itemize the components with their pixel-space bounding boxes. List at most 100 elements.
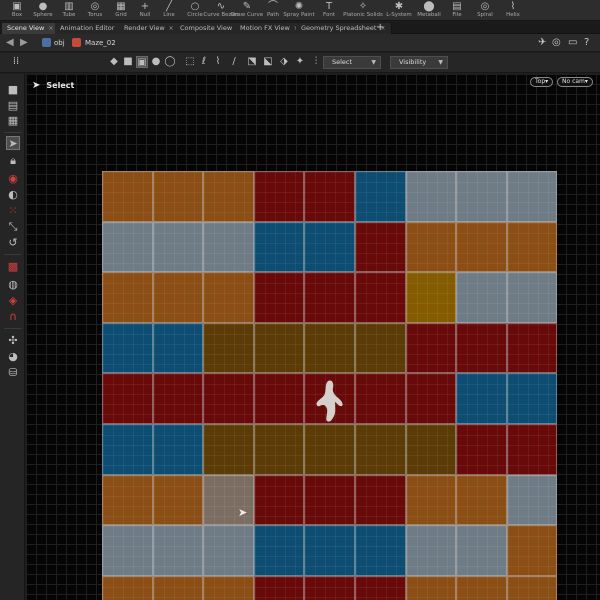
box-select-icon[interactable]: ⬚: [184, 56, 196, 68]
snapping-dots-icon[interactable]: ⁞⁞: [10, 56, 22, 68]
paint-select-icon[interactable]: ⌇: [212, 56, 224, 68]
maze-cell[interactable]: [456, 322, 507, 374]
view-top-button[interactable]: Top▾: [530, 77, 554, 87]
pane-menu-icon[interactable]: ▭: [568, 37, 577, 48]
maze-cell[interactable]: [152, 272, 204, 323]
maze-cell[interactable]: [506, 171, 558, 222]
maze-cell[interactable]: [152, 322, 204, 374]
select-groups-icon[interactable]: ◐: [6, 188, 20, 202]
maze-cell[interactable]: [102, 373, 153, 424]
maze-cell[interactable]: [456, 424, 507, 475]
maze-cell[interactable]: [355, 474, 406, 526]
maze-cell[interactable]: [253, 424, 305, 475]
select-points-icon[interactable]: ●: [150, 56, 162, 68]
maze-cell[interactable]: [152, 575, 204, 600]
shelf-tool-font[interactable]: T Font: [316, 0, 342, 21]
maze-cell[interactable]: [203, 171, 254, 222]
maze-cell[interactable]: [506, 272, 558, 323]
maze-cell[interactable]: [405, 221, 457, 273]
maze-cell[interactable]: [456, 221, 507, 273]
select-objects-icon[interactable]: ◆: [108, 56, 120, 68]
maze-cell[interactable]: [405, 373, 457, 424]
pin-icon[interactable]: ✈: [538, 37, 546, 48]
maze-cell[interactable]: [405, 474, 457, 526]
visibility-dropdown[interactable]: Visibility ▼: [390, 56, 448, 69]
maze-cell[interactable]: [253, 322, 305, 374]
maze-cell[interactable]: [506, 322, 558, 374]
camera-icon[interactable]: ◕: [6, 350, 20, 364]
snap-multi-icon[interactable]: ◈: [6, 294, 20, 308]
maze-cell[interactable]: [506, 373, 558, 424]
maze-cell[interactable]: [253, 373, 305, 424]
maze-cell[interactable]: [253, 272, 305, 323]
shelf-tool-platonic-solids[interactable]: ✧ Platonic Solids: [343, 0, 383, 21]
shaded-cube-icon[interactable]: ■: [6, 83, 20, 97]
maze-cell[interactable]: [203, 575, 254, 600]
lasso-select-icon[interactable]: ℓ: [198, 56, 210, 68]
select-whole-icon[interactable]: ⬔: [246, 56, 258, 68]
snap-magnet-icon[interactable]: ∩: [6, 310, 20, 324]
maze-cell[interactable]: [405, 171, 457, 222]
snap-prim-icon[interactable]: ◍: [6, 278, 20, 292]
maze-cell[interactable]: [102, 575, 153, 600]
contained-select-icon[interactable]: ⬗: [278, 56, 290, 68]
maze-cell[interactable]: [304, 424, 355, 475]
maze-cell[interactable]: [203, 322, 254, 374]
select-mode-dropdown[interactable]: Select ▼: [323, 56, 381, 69]
view-tools-icon[interactable]: ⛁: [6, 366, 20, 380]
maze-cell[interactable]: [355, 525, 406, 576]
tab-scene-view[interactable]: Scene View ×: [2, 23, 61, 34]
maze-cell[interactable]: [506, 424, 558, 475]
scale-handle-icon[interactable]: ⤡: [6, 220, 20, 234]
maze-cell[interactable]: [102, 525, 153, 576]
construction-plane-icon[interactable]: ✣: [6, 334, 20, 348]
maze-cell[interactable]: [506, 525, 558, 576]
forward-arrow-icon[interactable]: ▶: [20, 37, 28, 48]
maze-cell[interactable]: [102, 171, 153, 222]
maze-cell[interactable]: [456, 373, 507, 424]
maze-cell[interactable]: [152, 424, 204, 475]
snapshot-icon[interactable]: ▦: [6, 114, 20, 128]
display-points-icon[interactable]: ⁙: [6, 204, 20, 218]
maze-cell[interactable]: [102, 272, 153, 323]
maze-cell[interactable]: [355, 171, 406, 222]
maze-cell[interactable]: [405, 424, 457, 475]
maze-cell[interactable]: [152, 373, 204, 424]
tab-render-view[interactable]: Render View ×: [119, 23, 181, 34]
help-icon[interactable]: ?: [584, 37, 589, 48]
select-primitives-icon[interactable]: ▣: [136, 56, 148, 68]
select-edges-icon[interactable]: ◯: [164, 56, 176, 68]
maze-cell[interactable]: [304, 272, 355, 323]
maze-cell[interactable]: [355, 272, 406, 323]
maze-cell[interactable]: [203, 373, 254, 424]
maze-cell[interactable]: [152, 525, 204, 576]
maze-cell[interactable]: [405, 322, 457, 374]
maze-cell[interactable]: [506, 575, 558, 600]
shelf-tool-helix[interactable]: ⌇ Helix: [500, 0, 526, 21]
maze-cell[interactable]: [355, 221, 406, 273]
character-figure[interactable]: [311, 379, 349, 427]
visible-only-icon[interactable]: ⬕: [262, 56, 274, 68]
maze-cell[interactable]: [102, 221, 153, 273]
link-icon[interactable]: ◎: [552, 37, 561, 48]
maze-cell[interactable]: [304, 322, 355, 374]
maze-cell[interactable]: [304, 525, 355, 576]
maze-cell[interactable]: [152, 474, 204, 526]
maze-cell[interactable]: [304, 575, 355, 600]
maze-cell[interactable]: [405, 525, 457, 576]
maze-cell[interactable]: [253, 575, 305, 600]
maze-cell[interactable]: [355, 322, 406, 374]
maze-cell[interactable]: [203, 424, 254, 475]
maze-cell[interactable]: [253, 221, 305, 273]
maze-cell[interactable]: [304, 474, 355, 526]
select-geometry-icon[interactable]: ■: [122, 56, 134, 68]
scene-viewport[interactable]: ➤ Select Top▾ No cam▾ ➤: [26, 74, 600, 600]
maze-cell[interactable]: [203, 272, 254, 323]
maze-cell[interactable]: [456, 171, 507, 222]
maze-cell[interactable]: [203, 221, 254, 273]
maze-cell[interactable]: [506, 474, 558, 526]
maze-cell[interactable]: [152, 221, 204, 273]
select-groups-icon[interactable]: ⫶: [310, 56, 322, 68]
back-arrow-icon[interactable]: ◀: [6, 37, 14, 48]
maze-cell[interactable]: [405, 272, 457, 323]
